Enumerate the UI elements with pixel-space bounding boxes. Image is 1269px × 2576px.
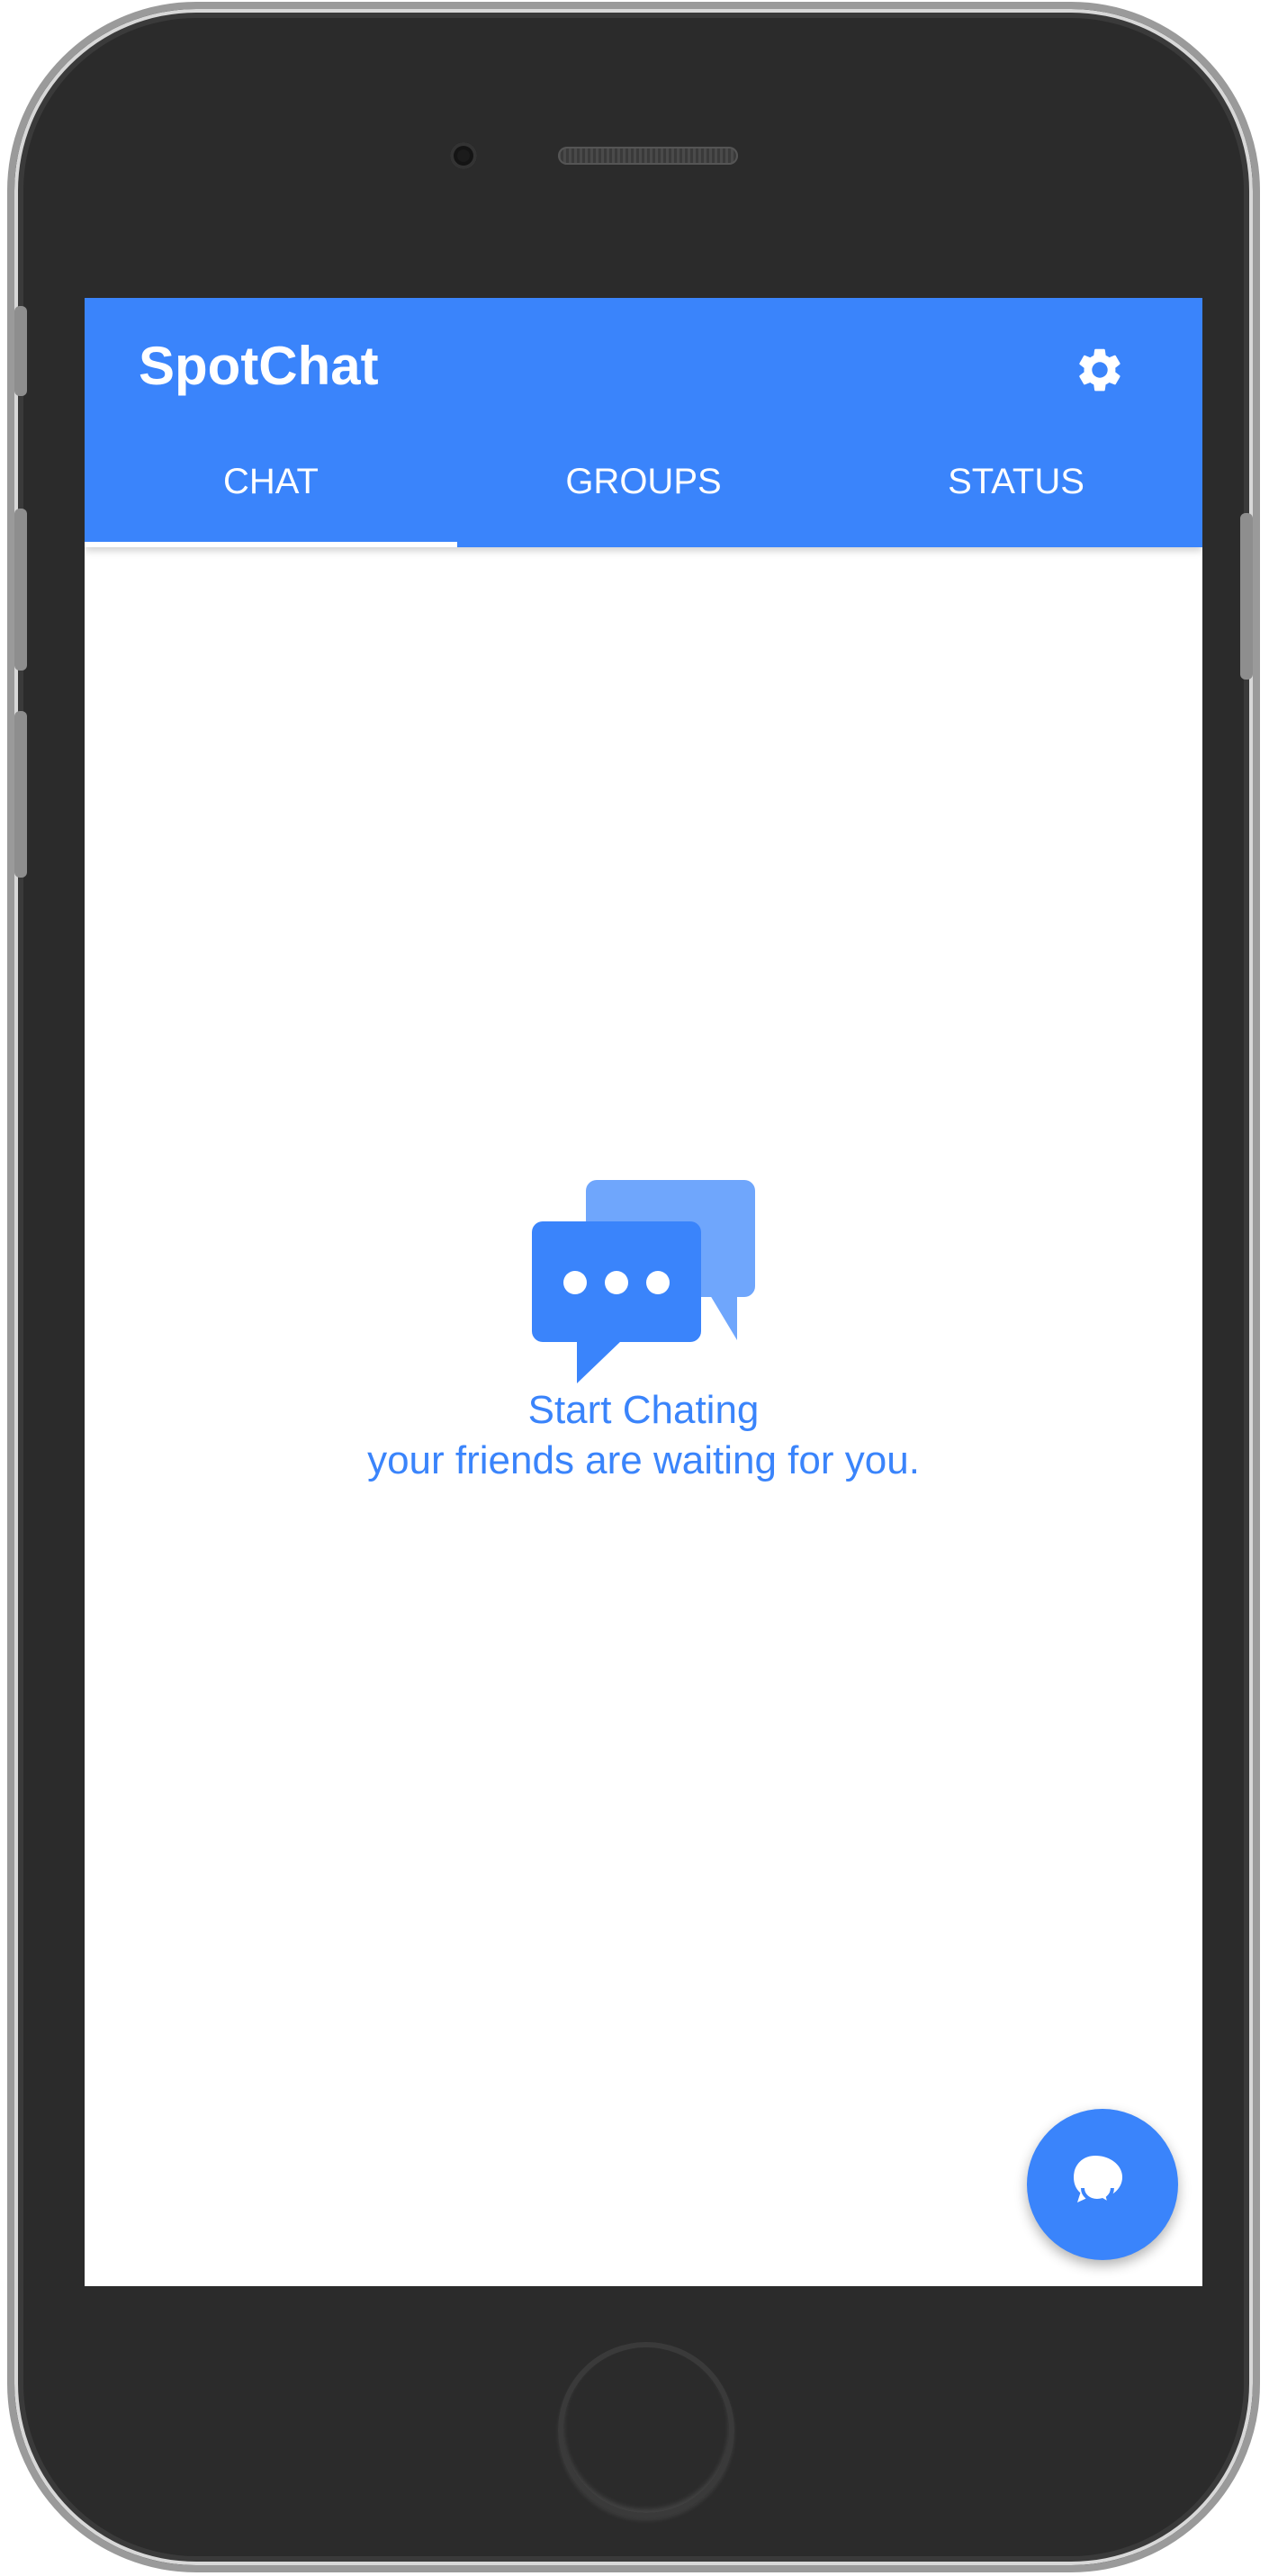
app-title: SpotChat [139,336,379,396]
home-button[interactable] [558,2342,734,2518]
new-chat-button[interactable] [1027,2109,1178,2260]
settings-button[interactable] [1068,338,1131,401]
front-camera [450,142,477,169]
mute-switch [14,306,27,396]
empty-state-subtitle: your friends are waiting for you. [367,1438,920,1482]
gear-icon [1079,348,1120,392]
app-screen: SpotChat CHAT GROUPS STATUS Start Chatin… [85,298,1202,2286]
volume-up-button [14,509,27,671]
tab-groups-label: GROUPS [565,462,722,501]
empty-state: Start Chating your friends are waiting f… [85,1180,1202,1486]
new-chat-icon [1074,2156,1122,2209]
volume-down-button [14,711,27,878]
chat-bubbles-icon [532,1180,755,1383]
app-bar: SpotChat CHAT GROUPS STATUS [85,298,1202,547]
earpiece-speaker [558,147,738,165]
empty-state-title: Start Chating [527,1388,760,1432]
tab-status[interactable]: STATUS [830,451,1202,547]
tab-chat[interactable]: CHAT [85,451,457,547]
phone-frame: SpotChat CHAT GROUPS STATUS Start Chatin… [7,2,1260,2572]
tab-groups[interactable]: GROUPS [457,451,830,547]
tab-status-label: STATUS [948,462,1084,501]
tab-bar: CHAT GROUPS STATUS [85,451,1202,547]
power-button [1240,513,1253,680]
tab-chat-label: CHAT [223,462,319,501]
